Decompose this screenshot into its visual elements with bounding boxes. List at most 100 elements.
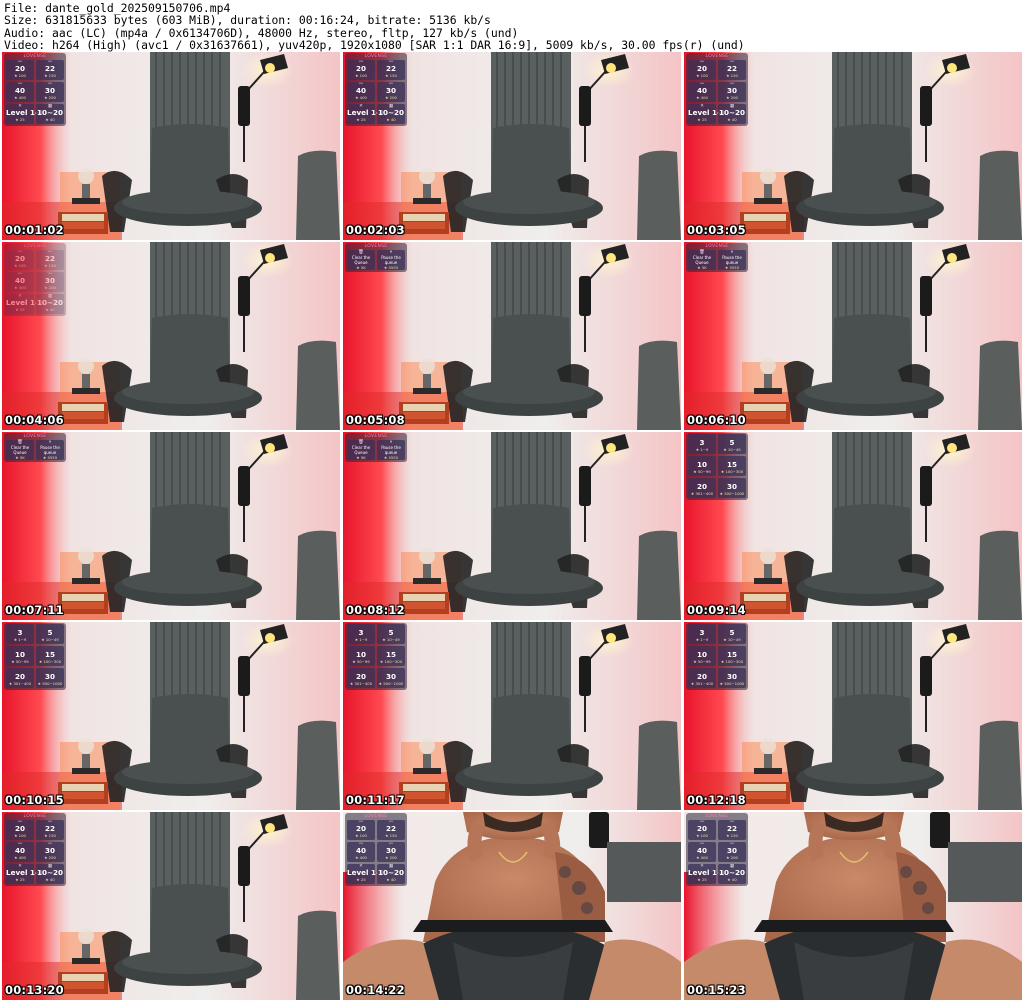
video-thumbnail: LOVENSE 🗑 Clear the Queue ★ 5K ⏸ Pause the qu… [684, 242, 1022, 430]
overlay-tile-value: 30 [44, 276, 55, 285]
overlay-tile-value: 10 [696, 650, 707, 659]
overlay-tile-range: ★ 200 [726, 855, 738, 860]
overlay-tile-value: Clear the Queue [351, 255, 371, 265]
overlay-tile-range: ★ 400 [696, 95, 708, 100]
overlay-tile-value: 20 [14, 824, 25, 833]
overlay-tile: ⏸ Pause the queue ★ 5555 [377, 250, 405, 270]
overlay-tile-range: ★ 400 [14, 855, 26, 860]
overlay-tile: ▦ 10~20 ★ 40 [718, 104, 746, 124]
overlay-tile-value: 30 [385, 672, 396, 681]
video-thumbnail: LOVENSE 🗑 Clear the Queue ★ 5K ⏸ Pause the qu… [343, 242, 681, 430]
thumbnail-timestamp: 00:10:15 [5, 793, 64, 807]
overlay-tile-range: ★ 5555 [724, 265, 740, 270]
overlay-tile-range: ★ 200 [385, 855, 397, 860]
overlay-tile: 15 ★ 100~300 [718, 646, 746, 666]
overlay-tile: 10 ★ 50~99 [347, 646, 375, 666]
overlay-tile-value: 15 [726, 460, 737, 469]
thumbnail-timestamp: 00:08:12 [346, 603, 405, 617]
overlay-tile: 20 ★ 301~400 [688, 668, 716, 688]
overlay-tile: 15 ★ 100~300 [718, 456, 746, 476]
overlay-tile-value: 30 [44, 86, 55, 95]
overlay-tile-range: ★ 40 [45, 117, 55, 122]
overlay-tile-range: ★ 150 [385, 73, 397, 78]
lovense-tip-overlay: 3 ★ 1~9 5 ★ 10~49 10 ★ 50~99 15 ★ 100~300 20 ★ 30… [345, 623, 407, 690]
overlay-tile-value: 10~20 [377, 868, 405, 877]
overlay-tile-range: ★ 50~99 [352, 659, 370, 664]
overlay-tile-range: ★ 40 [45, 877, 55, 882]
overlay-tile-value: 10 [696, 460, 707, 469]
lovense-tip-overlay: LOVENSE 〰 20 ★ 100 〰 22 ★ 150 〰 40 ★ 400 〰 30 ★ 200 ✕… [686, 813, 748, 886]
overlay-tile-grid: 〰 20 ★ 100 〰 22 ★ 150 〰 40 ★ 400 〰 30 ★ 200 ✕ Level 1… [688, 820, 746, 884]
overlay-tile-value: 22 [44, 64, 55, 73]
overlay-tile: 10 ★ 50~99 [688, 646, 716, 666]
overlay-tile-value: Clear the Queue [10, 445, 30, 455]
overlay-tile: 〰 30 ★ 200 [36, 272, 64, 292]
overlay-tile: 10 ★ 50~99 [6, 646, 34, 666]
overlay-tile-value: 10~20 [377, 108, 405, 117]
overlay-tile-value: 10~20 [718, 868, 746, 877]
thumbnail-timestamp: 00:12:18 [687, 793, 746, 807]
overlay-tile-value: 20 [696, 64, 707, 73]
overlay-tile-value: 10~20 [36, 868, 64, 877]
overlay-tile-range: ★ 5555 [383, 455, 399, 460]
overlay-tile: ▦ 10~20 ★ 40 [36, 104, 64, 124]
overlay-tile-range: ★ 25 [15, 307, 25, 312]
overlay-tile-grid: 🗑 Clear the Queue ★ 5K ⏸ Pause the queue ★ 55… [6, 440, 64, 460]
thumbnail-timestamp: 00:03:05 [687, 223, 746, 237]
overlay-tile-value: 30 [44, 672, 55, 681]
thumbnail-timestamp: 00:14:22 [346, 983, 405, 997]
lovense-tip-overlay: 3 ★ 1~9 5 ★ 10~49 10 ★ 50~99 15 ★ 100~300 20 ★ 30… [4, 623, 66, 690]
thumbnail-timestamp: 00:15:23 [687, 983, 746, 997]
overlay-tile-range: ★ 100 [696, 73, 708, 78]
overlay-tile: ▦ 10~20 ★ 40 [377, 864, 405, 884]
overlay-tile-value: 20 [355, 64, 366, 73]
overlay-tile-value: 10~20 [36, 108, 64, 117]
overlay-tile: ⏸ Pause the queue ★ 5555 [36, 440, 64, 460]
overlay-tile-range: ★ 5K [356, 455, 366, 460]
overlay-tile: 〰 22 ★ 150 [36, 250, 64, 270]
overlay-tile-value: 22 [385, 824, 396, 833]
overlay-tile: 5 ★ 10~49 [36, 624, 64, 644]
overlay-tile-value: 30 [726, 672, 737, 681]
overlay-tile: 5 ★ 10~49 [718, 624, 746, 644]
overlay-tile-value: 22 [44, 254, 55, 263]
overlay-tile-range: ★ 301~400 [349, 681, 373, 686]
overlay-tile-range: ★ 5K [15, 455, 25, 460]
thumbnail-timestamp: 00:07:11 [5, 603, 64, 617]
overlay-tile-range: ★ 25 [356, 877, 366, 882]
overlay-tile-range: ★ 100~300 [379, 659, 403, 664]
overlay-tile-value: 15 [44, 650, 55, 659]
overlay-tile-grid: 〰 20 ★ 100 〰 22 ★ 150 〰 40 ★ 400 〰 30 ★ 200 ✕ Level 1… [688, 60, 746, 124]
overlay-tile: 〰 22 ★ 150 [718, 60, 746, 80]
overlay-tile-grid: 〰 20 ★ 100 〰 22 ★ 150 〰 40 ★ 400 〰 30 ★ 200 ✕ Level 1… [347, 60, 405, 124]
overlay-tile: 〰 20 ★ 100 [347, 60, 375, 80]
overlay-tile-range: ★ 1~9 [13, 637, 27, 642]
overlay-tile-range: ★ 40 [727, 117, 737, 122]
overlay-tile-range: ★ 25 [697, 117, 707, 122]
overlay-tile: 15 ★ 100~300 [377, 646, 405, 666]
overlay-tile-range: ★ 5K [697, 265, 707, 270]
overlay-tile: ✕ Level 1-4 ★ 25 [6, 294, 43, 314]
overlay-tile-range: ★ 150 [44, 263, 56, 268]
overlay-tile-range: ★ 400 [14, 95, 26, 100]
overlay-tile-range: ★ 150 [44, 73, 56, 78]
overlay-tile-grid: 3 ★ 1~9 5 ★ 10~49 10 ★ 50~99 15 ★ 100~300 20 ★ 30… [347, 624, 405, 688]
thumbnail-grid: LOVENSE 〰 20 ★ 100 〰 22 ★ 150 〰 40 ★ 400 〰 30 ★ 200 ✕… [2, 52, 1022, 1002]
overlay-tile: 30 ★ 500~1000 [718, 478, 746, 498]
overlay-tile-value: 10~20 [36, 298, 64, 307]
overlay-tile: 〰 22 ★ 150 [36, 820, 64, 840]
overlay-tile-grid: 〰 20 ★ 100 〰 22 ★ 150 〰 40 ★ 400 〰 30 ★ 200 ✕ Level 1… [6, 60, 64, 124]
lovense-tip-overlay: LOVENSE 🗑 Clear the Queue ★ 5K ⏸ Pause the qu… [686, 243, 748, 272]
thumbnail-timestamp: 00:13:20 [5, 983, 64, 997]
overlay-tile-range: ★ 100 [14, 73, 26, 78]
lovense-tip-overlay: LOVENSE 〰 20 ★ 100 〰 22 ★ 150 〰 40 ★ 400 〰 30 ★ 200 ✕… [345, 813, 407, 886]
overlay-tile-range: ★ 400 [355, 855, 367, 860]
overlay-tile-value: Pause the queue [381, 255, 401, 265]
video-thumbnail: LOVENSE 〰 20 ★ 100 〰 22 ★ 150 〰 40 ★ 400 〰 30 ★ 200 ✕… [2, 52, 340, 240]
overlay-tile-grid: 🗑 Clear the Queue ★ 5K ⏸ Pause the queue ★ 55… [347, 440, 405, 460]
overlay-tile: 10 ★ 50~99 [688, 456, 716, 476]
overlay-tile-value: 20 [14, 672, 25, 681]
overlay-tile-grid: 3 ★ 1~9 5 ★ 10~49 10 ★ 50~99 15 ★ 100~300 20 ★ 30… [688, 434, 746, 498]
overlay-tile-value: Pause the queue [40, 445, 60, 455]
overlay-tile-value: 15 [726, 650, 737, 659]
